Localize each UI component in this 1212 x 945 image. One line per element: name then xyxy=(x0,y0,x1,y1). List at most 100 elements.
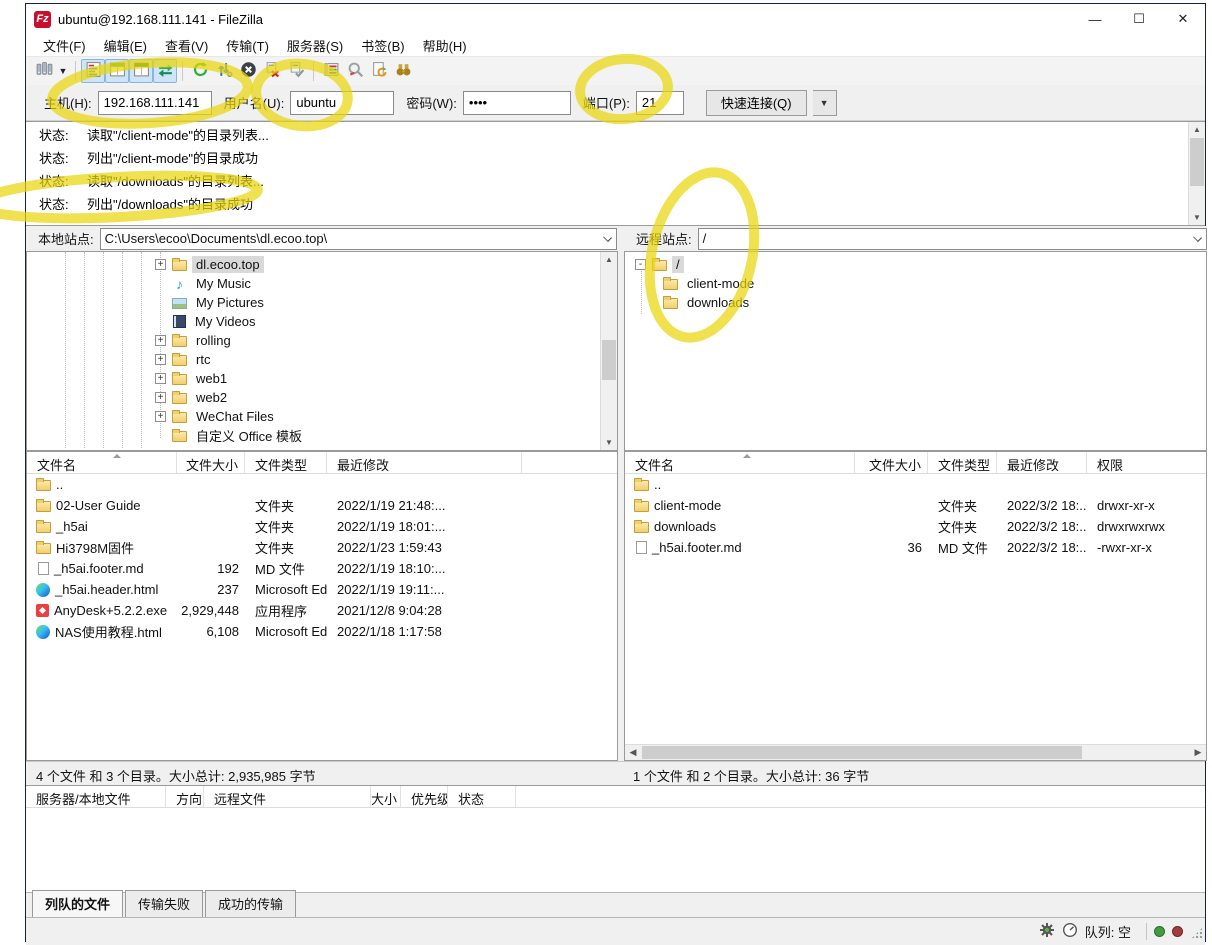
toggle-transfer-queue-button[interactable] xyxy=(153,59,177,83)
refresh-button[interactable] xyxy=(188,59,212,83)
find-files-button[interactable] xyxy=(391,59,415,83)
column-header-name[interactable]: 文件名 xyxy=(27,452,177,473)
expand-icon[interactable]: + xyxy=(155,259,166,270)
column-header-direction[interactable]: 方向 xyxy=(166,786,204,807)
local-site-combo[interactable]: C:\Users\ecoo\Documents\dl.ecoo.top\ xyxy=(100,228,617,250)
transfer-type-gear-icon[interactable] xyxy=(1039,922,1055,941)
log-scrollbar[interactable]: ▲ ▼ xyxy=(1188,122,1205,225)
tree-item[interactable]: +web2 xyxy=(27,388,617,407)
scrollbar-thumb[interactable] xyxy=(642,746,1082,759)
column-header-type[interactable]: 文件类型 xyxy=(245,452,327,473)
resize-grip[interactable] xyxy=(1191,927,1203,939)
tree-item[interactable]: +web1 xyxy=(27,369,617,388)
scrollbar-thumb[interactable] xyxy=(1190,138,1204,186)
expand-icon[interactable]: + xyxy=(155,373,166,384)
scroll-up-icon[interactable]: ▲ xyxy=(1189,122,1205,137)
toggle-local-tree-button[interactable] xyxy=(105,59,129,83)
column-header-status[interactable]: 状态 xyxy=(448,786,516,807)
file-row[interactable]: downloads文件夹2022/3/2 18:...drwxrwxrwx xyxy=(625,516,1206,537)
scrollbar-thumb[interactable] xyxy=(602,340,616,380)
menu-help[interactable]: 帮助(H) xyxy=(414,34,476,57)
menu-edit[interactable]: 编辑(E) xyxy=(95,34,156,57)
tab-successful-transfers[interactable]: 成功的传输 xyxy=(205,890,296,917)
quickconnect-button[interactable]: 快速连接(Q) xyxy=(706,90,807,116)
column-header-priority[interactable]: 优先级 xyxy=(401,786,448,807)
speed-limit-dial-icon[interactable] xyxy=(1062,922,1078,941)
menu-file[interactable]: 文件(F) xyxy=(34,34,95,57)
file-row[interactable]: .. xyxy=(27,474,617,495)
file-row[interactable]: NAS使用教程.html6,108Microsoft Edge ...2022/… xyxy=(27,621,617,642)
expand-icon[interactable]: + xyxy=(155,335,166,346)
tree-item[interactable]: +dl.ecoo.top xyxy=(27,255,617,274)
file-row[interactable]: _h5ai文件夹2022/1/19 18:01:... xyxy=(27,516,617,537)
file-row[interactable]: .. xyxy=(625,474,1206,495)
menu-bookmarks[interactable]: 书签(B) xyxy=(352,34,413,57)
file-row[interactable]: AnyDesk+5.2.2.exe2,929,448应用程序2021/12/8 … xyxy=(27,600,617,621)
column-header-modified[interactable]: 最近修改 xyxy=(327,452,522,473)
expand-icon[interactable]: + xyxy=(155,392,166,403)
tree-item[interactable]: client-mode xyxy=(625,274,1206,293)
expand-icon[interactable]: + xyxy=(155,411,166,422)
username-input[interactable] xyxy=(290,91,394,115)
file-row[interactable]: 02-User Guide文件夹2022/1/19 21:48:... xyxy=(27,495,617,516)
password-input[interactable] xyxy=(463,91,571,115)
filter-button[interactable] xyxy=(319,59,343,83)
file-row[interactable]: _h5ai.footer.md36MD 文件2022/3/2 18:...-rw… xyxy=(625,537,1206,558)
site-manager-dropdown[interactable]: ▼ xyxy=(56,59,70,83)
scroll-up-icon[interactable]: ▲ xyxy=(601,252,617,267)
tree-item[interactable]: downloads xyxy=(625,293,1206,312)
toggle-message-log-button[interactable] xyxy=(81,59,105,83)
scroll-down-icon[interactable]: ▼ xyxy=(601,435,617,450)
local-tree-scrollbar[interactable]: ▲ ▼ xyxy=(600,252,617,450)
tree-item[interactable]: +rtc xyxy=(27,350,617,369)
file-row[interactable]: Hi3798M固件文件夹2022/1/23 1:59:43 xyxy=(27,537,617,558)
column-header-name[interactable]: 文件名 xyxy=(625,452,855,473)
host-input[interactable] xyxy=(98,91,212,115)
column-header-permissions[interactable]: 权限 xyxy=(1087,452,1206,473)
file-row[interactable]: _h5ai.header.html237Microsoft Edge ...20… xyxy=(27,579,617,600)
remote-site-combo[interactable]: / xyxy=(698,228,1207,250)
menu-server[interactable]: 服务器(S) xyxy=(278,34,352,57)
column-header-modified[interactable]: 最近修改 xyxy=(997,452,1087,473)
minimize-button[interactable]: — xyxy=(1073,4,1117,34)
tree-item[interactable]: +WeChat Files xyxy=(27,407,617,426)
site-manager-button[interactable] xyxy=(32,59,56,83)
tree-item[interactable]: My Videos xyxy=(27,312,617,331)
process-queue-button[interactable] xyxy=(212,59,236,83)
cancel-operation-button[interactable] xyxy=(236,59,260,83)
collapse-icon[interactable]: - xyxy=(635,259,646,270)
column-header-size[interactable]: 文件大小 xyxy=(177,452,245,473)
close-button[interactable]: ✕ xyxy=(1161,4,1205,34)
column-header-size[interactable]: 大小 xyxy=(371,786,401,807)
disconnect-button[interactable] xyxy=(260,59,284,83)
tree-item[interactable]: -/ xyxy=(625,255,1206,274)
quickconnect-dropdown[interactable]: ▼ xyxy=(813,90,837,116)
file-row[interactable]: client-mode文件夹2022/3/2 18:...drwxr-xr-x xyxy=(625,495,1206,516)
menu-view[interactable]: 查看(V) xyxy=(156,34,217,57)
tree-item[interactable]: My Pictures xyxy=(27,293,617,312)
maximize-button[interactable]: ☐ xyxy=(1117,4,1161,34)
scroll-right-icon[interactable]: ▶ xyxy=(1190,745,1206,760)
tree-item[interactable]: ♪My Music xyxy=(27,274,617,293)
port-input[interactable] xyxy=(636,91,684,115)
toggle-remote-tree-button[interactable] xyxy=(129,59,153,83)
local-list-header: 文件名 文件大小 文件类型 最近修改 xyxy=(27,452,617,474)
column-header-size[interactable]: 文件大小 xyxy=(855,452,928,473)
synchronized-browsing-button[interactable] xyxy=(367,59,391,83)
tree-item[interactable]: +rolling xyxy=(27,331,617,350)
tab-queued-files[interactable]: 列队的文件 xyxy=(32,890,123,917)
column-header-type[interactable]: 文件类型 xyxy=(928,452,997,473)
reconnect-button[interactable] xyxy=(284,59,308,83)
scroll-left-icon[interactable]: ◀ xyxy=(625,745,641,760)
scroll-down-icon[interactable]: ▼ xyxy=(1189,210,1205,225)
file-search-button[interactable] xyxy=(343,59,367,83)
menu-transfer[interactable]: 传输(T) xyxy=(217,34,278,57)
tab-failed-transfers[interactable]: 传输失败 xyxy=(125,890,203,917)
column-header-remote-file[interactable]: 远程文件 xyxy=(204,786,371,807)
column-header-server-local-file[interactable]: 服务器/本地文件 xyxy=(26,786,166,807)
remote-list-hscrollbar[interactable]: ◀ ▶ xyxy=(625,744,1206,760)
file-row[interactable]: _h5ai.footer.md192MD 文件2022/1/19 18:10:.… xyxy=(27,558,617,579)
expand-icon[interactable]: + xyxy=(155,354,166,365)
tree-item[interactable]: 自定义 Office 模板 xyxy=(27,426,617,445)
folder-icon xyxy=(663,279,678,290)
